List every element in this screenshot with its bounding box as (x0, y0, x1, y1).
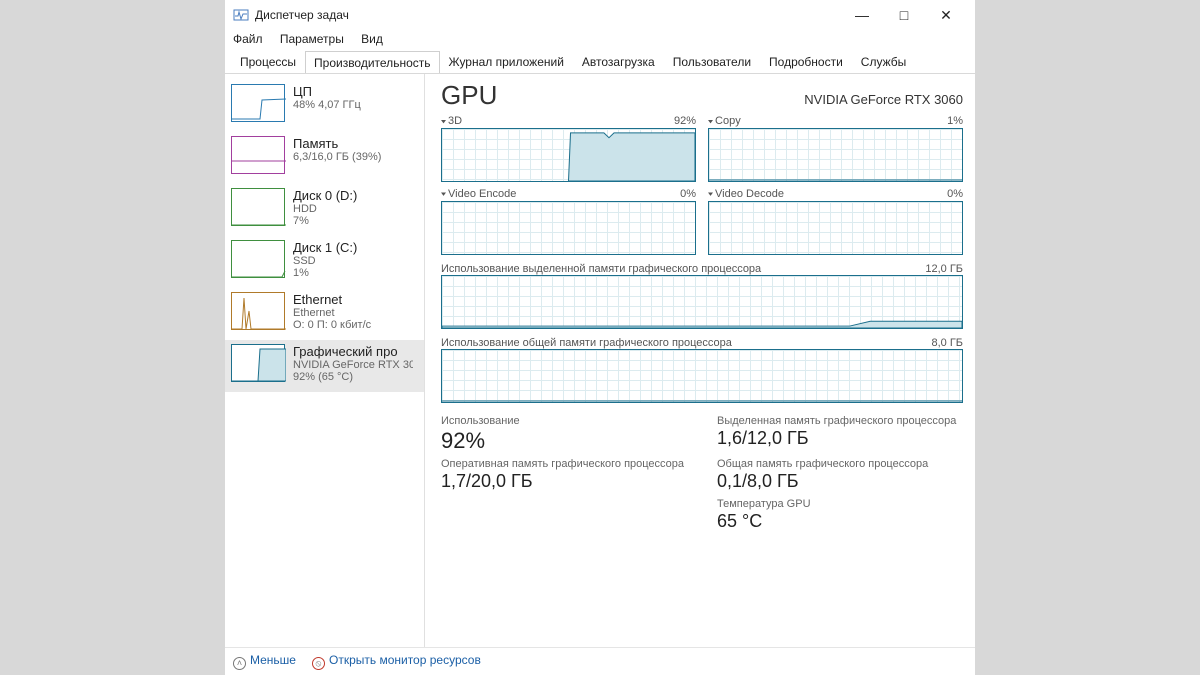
sidebar-cpu-sub: 48% 4,07 ГГц (293, 99, 361, 111)
content: ЦП 48% 4,07 ГГц Память 6,3/16,0 ГБ (39%) (225, 74, 975, 647)
chart-shmem-label: Использование общей памяти графического … (441, 337, 732, 349)
stat-drvmem-label: Оперативная память графического процессо… (441, 458, 687, 470)
tab-performance[interactable]: Производительность (305, 51, 439, 74)
chart-dedmem-max: 12,0 ГБ (925, 263, 963, 275)
chart-3d-label[interactable]: ▾3D (441, 115, 462, 127)
disk1-thumb-icon (231, 240, 285, 278)
chart-shmem-max: 8,0 ГБ (931, 337, 963, 349)
chart-dedicated-memory (441, 275, 963, 329)
sidebar-disk0-sub: HDD (293, 203, 357, 215)
sidebar-eth-sub2: О: 0 П: 0 кбит/с (293, 319, 371, 331)
sidebar-eth-title: Ethernet (293, 292, 371, 307)
main-panel: GPU NVIDIA GeForce RTX 3060 ▾3D 92% ▾Copy… (425, 74, 975, 647)
sidebar-item-ethernet[interactable]: Ethernet Ethernet О: 0 П: 0 кбит/с (225, 288, 424, 340)
chart-dedmem-label: Использование выделенной памяти графичес… (441, 263, 761, 275)
stat-drvmem-value: 1,7/20,0 ГБ (441, 471, 687, 492)
ethernet-thumb-icon (231, 292, 285, 330)
sidebar: ЦП 48% 4,07 ГГц Память 6,3/16,0 ГБ (39%) (225, 74, 425, 647)
chart-vdec-label[interactable]: ▾Video Decode (708, 188, 784, 200)
open-resmon-button[interactable]: ⦸Открыть монитор ресурсов (312, 653, 481, 670)
chart-3d (441, 128, 696, 182)
statusbar: ˄Меньше ⦸Открыть монитор ресурсов (225, 647, 975, 675)
sidebar-gpu-sub: NVIDIA GeForce RTX 306 (293, 359, 413, 371)
stat-temp-label: Температура GPU (717, 498, 963, 510)
sidebar-disk1-sub2: 1% (293, 267, 357, 279)
stat-temp-value: 65 °C (717, 511, 963, 532)
tab-details[interactable]: Подробности (760, 50, 852, 73)
disk0-thumb-icon (231, 188, 285, 226)
chart-copy-value: 1% (947, 115, 963, 127)
fewer-details-button[interactable]: ˄Меньше (233, 653, 296, 670)
sidebar-disk0-sub2: 7% (293, 215, 357, 227)
tabbar: Процессы Производительность Журнал прило… (225, 50, 975, 74)
minimize-button[interactable]: — (841, 7, 883, 24)
close-button[interactable]: ✕ (925, 7, 967, 24)
window-title: Диспетчер задач (255, 8, 349, 22)
chart-3d-value: 92% (674, 115, 696, 127)
gpu-thumb-icon (231, 344, 285, 382)
menu-file[interactable]: Файл (233, 32, 263, 46)
sidebar-item-memory[interactable]: Память 6,3/16,0 ГБ (39%) (225, 132, 424, 184)
sidebar-disk1-sub: SSD (293, 255, 357, 267)
menu-view[interactable]: Вид (361, 32, 383, 46)
chart-video-decode (708, 201, 963, 255)
stat-dedmem-label: Выделенная память графического процессор… (717, 415, 963, 427)
stat-util-value: 92% (441, 428, 687, 454)
chevron-up-icon: ˄ (233, 657, 246, 670)
sidebar-gpu-title: Графический про (293, 344, 413, 359)
memory-thumb-icon (231, 136, 285, 174)
tab-startup[interactable]: Автозагрузка (573, 50, 664, 73)
chart-shared-memory (441, 349, 963, 403)
chart-video-encode (441, 201, 696, 255)
task-manager-window: Диспетчер задач — □ ✕ Файл Параметры Вид… (225, 0, 975, 675)
sidebar-disk0-title: Диск 0 (D:) (293, 188, 357, 203)
cpu-thumb-icon (231, 84, 285, 122)
sidebar-gpu-sub2: 92% (65 °C) (293, 371, 413, 383)
sidebar-item-disk0[interactable]: Диск 0 (D:) HDD 7% (225, 184, 424, 236)
stat-shmem-value: 0,1/8,0 ГБ (717, 471, 963, 492)
tab-services[interactable]: Службы (852, 50, 915, 73)
sidebar-item-gpu[interactable]: Графический про NVIDIA GeForce RTX 306 9… (225, 340, 424, 392)
tab-apphistory[interactable]: Журнал приложений (440, 50, 573, 73)
sidebar-memory-sub: 6,3/16,0 ГБ (39%) (293, 151, 381, 163)
menu-options[interactable]: Параметры (280, 32, 344, 46)
stat-util-label: Использование (441, 415, 687, 427)
resmon-icon: ⦸ (312, 657, 325, 670)
sidebar-memory-title: Память (293, 136, 381, 151)
chart-venc-value: 0% (680, 188, 696, 200)
gpu-model: NVIDIA GeForce RTX 3060 (804, 92, 963, 107)
app-icon (233, 7, 249, 23)
sidebar-disk1-title: Диск 1 (C:) (293, 240, 357, 255)
chart-copy (708, 128, 963, 182)
stats-grid: Использование 92% Выделенная память граф… (441, 415, 963, 532)
tab-users[interactable]: Пользователи (664, 50, 760, 73)
stat-dedmem-value: 1,6/12,0 ГБ (717, 428, 963, 449)
tab-processes[interactable]: Процессы (231, 50, 305, 73)
titlebar: Диспетчер задач — □ ✕ (225, 0, 975, 30)
sidebar-item-cpu[interactable]: ЦП 48% 4,07 ГГц (225, 80, 424, 132)
chart-copy-label[interactable]: ▾Copy (708, 115, 741, 127)
sidebar-cpu-title: ЦП (293, 84, 361, 99)
page-title: GPU (441, 80, 497, 111)
maximize-button[interactable]: □ (883, 7, 925, 24)
sidebar-eth-sub: Ethernet (293, 307, 371, 319)
chart-venc-label[interactable]: ▾Video Encode (441, 188, 516, 200)
sidebar-item-disk1[interactable]: Диск 1 (C:) SSD 1% (225, 236, 424, 288)
chart-vdec-value: 0% (947, 188, 963, 200)
menubar: Файл Параметры Вид (225, 30, 975, 50)
stat-shmem-label: Общая память графического процессора (717, 458, 963, 470)
